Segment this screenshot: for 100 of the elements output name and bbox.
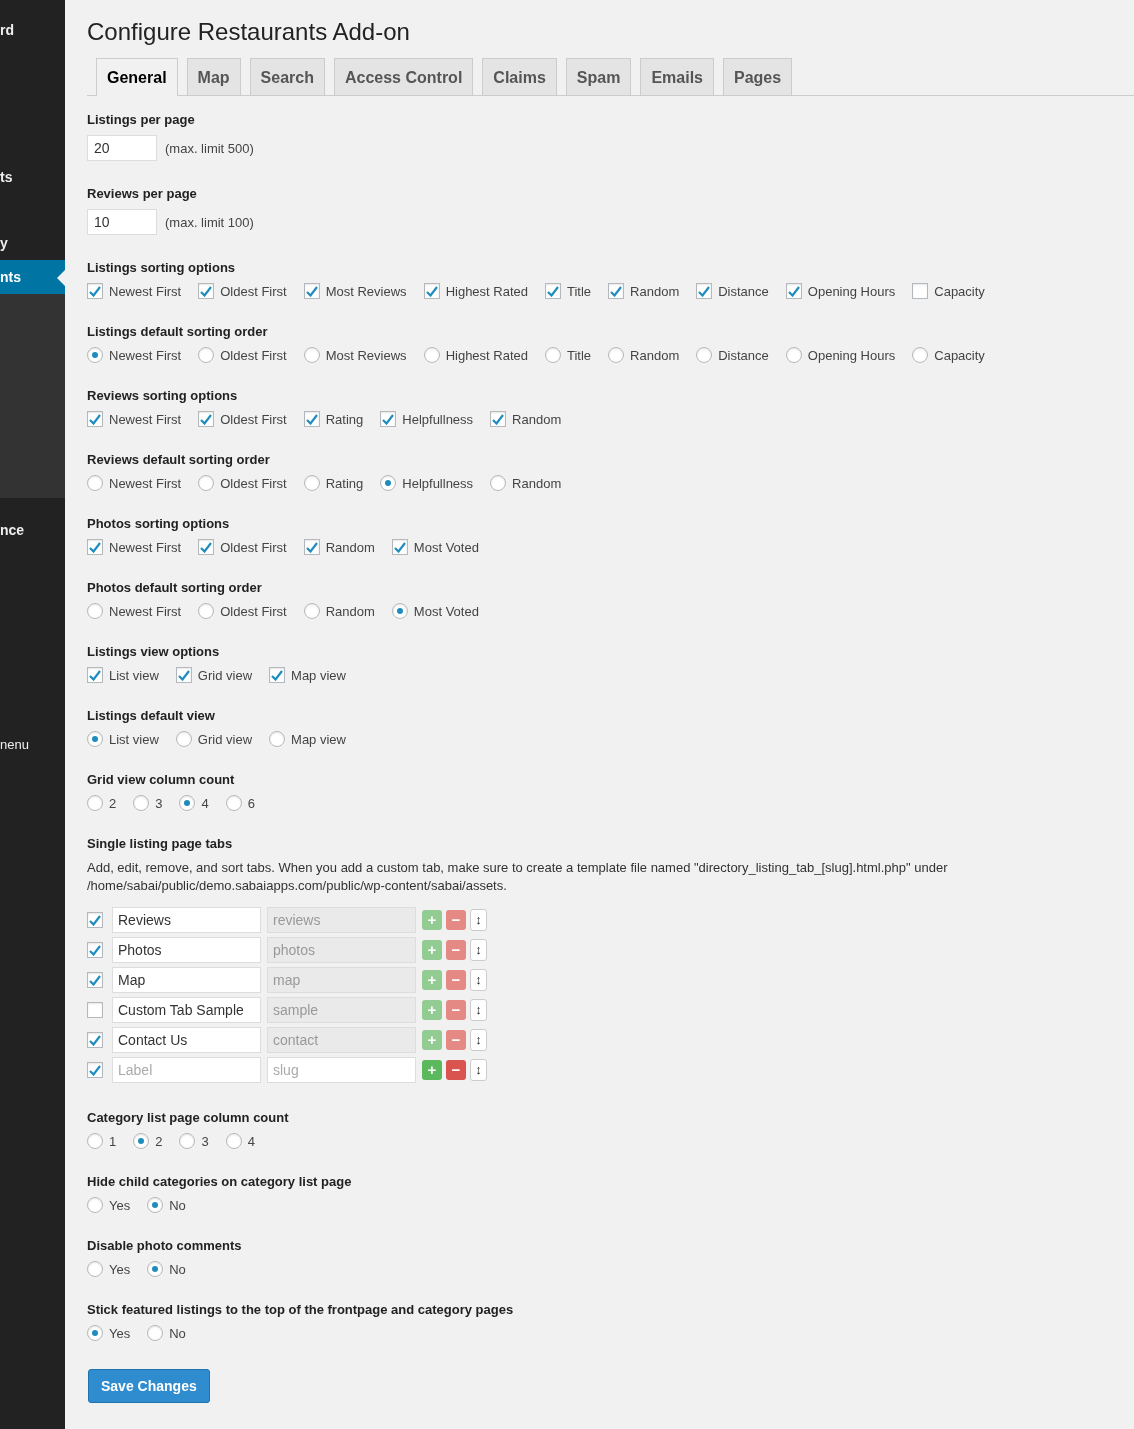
radio-button[interactable] bbox=[87, 1197, 103, 1213]
radio-button[interactable] bbox=[391, 603, 408, 619]
checkbox[interactable] bbox=[380, 411, 397, 427]
sidebar-item[interactable]: ts bbox=[0, 160, 65, 194]
checkbox[interactable] bbox=[785, 283, 802, 299]
sidebar-item[interactable]: rd bbox=[0, 13, 65, 47]
radio-button[interactable] bbox=[198, 347, 215, 363]
radio-button[interactable] bbox=[133, 795, 150, 811]
radio-button[interactable] bbox=[87, 731, 103, 747]
radio-button[interactable] bbox=[147, 1261, 164, 1277]
checkbox[interactable] bbox=[423, 283, 440, 299]
sort-handle[interactable]: ↕ bbox=[470, 1029, 487, 1051]
number-field[interactable]: 10 bbox=[87, 209, 157, 235]
checkbox[interactable] bbox=[303, 539, 320, 555]
radio-button[interactable] bbox=[225, 795, 242, 811]
checkbox[interactable] bbox=[608, 283, 625, 299]
option-label: Oldest First bbox=[220, 603, 287, 619]
option-label: Newest First bbox=[109, 411, 182, 427]
checkbox[interactable] bbox=[175, 667, 192, 683]
field-label: Photos default sorting order bbox=[87, 580, 263, 595]
radio-button[interactable] bbox=[87, 795, 103, 811]
radio-button[interactable] bbox=[303, 603, 320, 619]
field-label: Disable photo comments bbox=[87, 1238, 243, 1253]
checkbox[interactable] bbox=[198, 539, 215, 555]
option-label: No bbox=[169, 1261, 186, 1277]
tab[interactable]: Access Control bbox=[333, 58, 474, 95]
tab[interactable]: Map bbox=[186, 58, 241, 95]
option-label: List view bbox=[109, 667, 159, 683]
radio-button[interactable] bbox=[696, 347, 713, 363]
radio-button[interactable] bbox=[608, 347, 625, 363]
radio-button[interactable] bbox=[87, 603, 103, 619]
checkbox[interactable] bbox=[87, 539, 103, 555]
radio-button[interactable] bbox=[225, 1133, 242, 1149]
remove-button[interactable]: − bbox=[446, 1060, 466, 1080]
radio-button[interactable] bbox=[269, 731, 286, 747]
tab[interactable]: General bbox=[96, 58, 178, 96]
radio-button[interactable] bbox=[87, 347, 103, 363]
radio-button[interactable] bbox=[133, 1133, 150, 1149]
radio-button[interactable] bbox=[147, 1325, 164, 1341]
sidebar-item[interactable]: nce bbox=[0, 513, 65, 547]
tab[interactable]: Search bbox=[249, 58, 325, 95]
radio-button[interactable] bbox=[198, 603, 215, 619]
radio-button[interactable] bbox=[303, 347, 320, 363]
checkbox[interactable] bbox=[545, 283, 561, 299]
radio-button[interactable] bbox=[912, 347, 929, 363]
sort-handle[interactable]: ↕ bbox=[470, 1059, 487, 1081]
radio-button[interactable] bbox=[175, 731, 192, 747]
radio-button[interactable] bbox=[303, 475, 320, 491]
checkbox[interactable] bbox=[696, 283, 713, 299]
sort-handle[interactable]: ↕ bbox=[470, 969, 487, 991]
tab[interactable]: Pages bbox=[723, 58, 793, 95]
checkbox[interactable] bbox=[269, 667, 286, 683]
radio-button[interactable] bbox=[198, 475, 215, 491]
radio-button[interactable] bbox=[179, 795, 196, 811]
option-label: 6 bbox=[247, 795, 255, 811]
option-label: Newest First bbox=[109, 283, 182, 299]
radio-button[interactable] bbox=[87, 475, 103, 491]
sort-handle[interactable]: ↕ bbox=[470, 909, 487, 931]
checkbox[interactable] bbox=[303, 411, 320, 427]
sort-handle[interactable]: ↕ bbox=[470, 939, 487, 961]
radio-button[interactable] bbox=[490, 475, 507, 491]
radio-button[interactable] bbox=[785, 347, 802, 363]
number-field[interactable]: 20 bbox=[87, 135, 157, 161]
checkbox[interactable] bbox=[87, 283, 103, 299]
slug-field[interactable]: slug bbox=[267, 1057, 416, 1083]
checkbox[interactable] bbox=[87, 1062, 103, 1078]
radio-button[interactable] bbox=[87, 1325, 103, 1341]
checkbox[interactable] bbox=[490, 411, 507, 427]
option-label: Oldest First bbox=[220, 347, 287, 363]
sidebar-item[interactable]: y bbox=[0, 226, 65, 260]
checkbox[interactable] bbox=[198, 283, 215, 299]
radio-button[interactable] bbox=[87, 1261, 103, 1277]
option-label: Newest First bbox=[109, 475, 182, 491]
sidebar-item[interactable]: nts bbox=[0, 260, 65, 294]
tab[interactable]: Emails bbox=[640, 58, 714, 95]
radio-button[interactable] bbox=[545, 347, 561, 363]
checkbox[interactable] bbox=[87, 411, 103, 427]
option-label: No bbox=[169, 1197, 186, 1213]
checkbox[interactable] bbox=[87, 667, 103, 683]
option-label: Random bbox=[325, 539, 375, 555]
checkbox[interactable] bbox=[303, 283, 320, 299]
radio-button[interactable] bbox=[179, 1133, 196, 1149]
radio-button[interactable] bbox=[423, 347, 440, 363]
radio-button[interactable] bbox=[380, 475, 397, 491]
option-label: Distance bbox=[718, 347, 769, 363]
label-field[interactable]: Label bbox=[112, 1057, 261, 1083]
option-label: 3 bbox=[155, 795, 163, 811]
radio-button[interactable] bbox=[147, 1197, 164, 1213]
radio-button[interactable] bbox=[87, 1133, 103, 1149]
checkbox[interactable] bbox=[198, 411, 215, 427]
checkmark-icon bbox=[89, 1064, 101, 1076]
tab[interactable]: Claims bbox=[482, 58, 557, 95]
save-button[interactable]: Save Changes bbox=[88, 1369, 210, 1403]
checkmark-icon bbox=[89, 974, 101, 986]
option-label: Oldest First bbox=[220, 411, 287, 427]
checkbox[interactable] bbox=[391, 539, 408, 555]
sidebar-item[interactable]: nenu bbox=[0, 728, 65, 762]
checkbox[interactable] bbox=[912, 283, 929, 299]
sort-handle[interactable]: ↕ bbox=[470, 999, 487, 1021]
tab[interactable]: Spam bbox=[565, 58, 632, 95]
